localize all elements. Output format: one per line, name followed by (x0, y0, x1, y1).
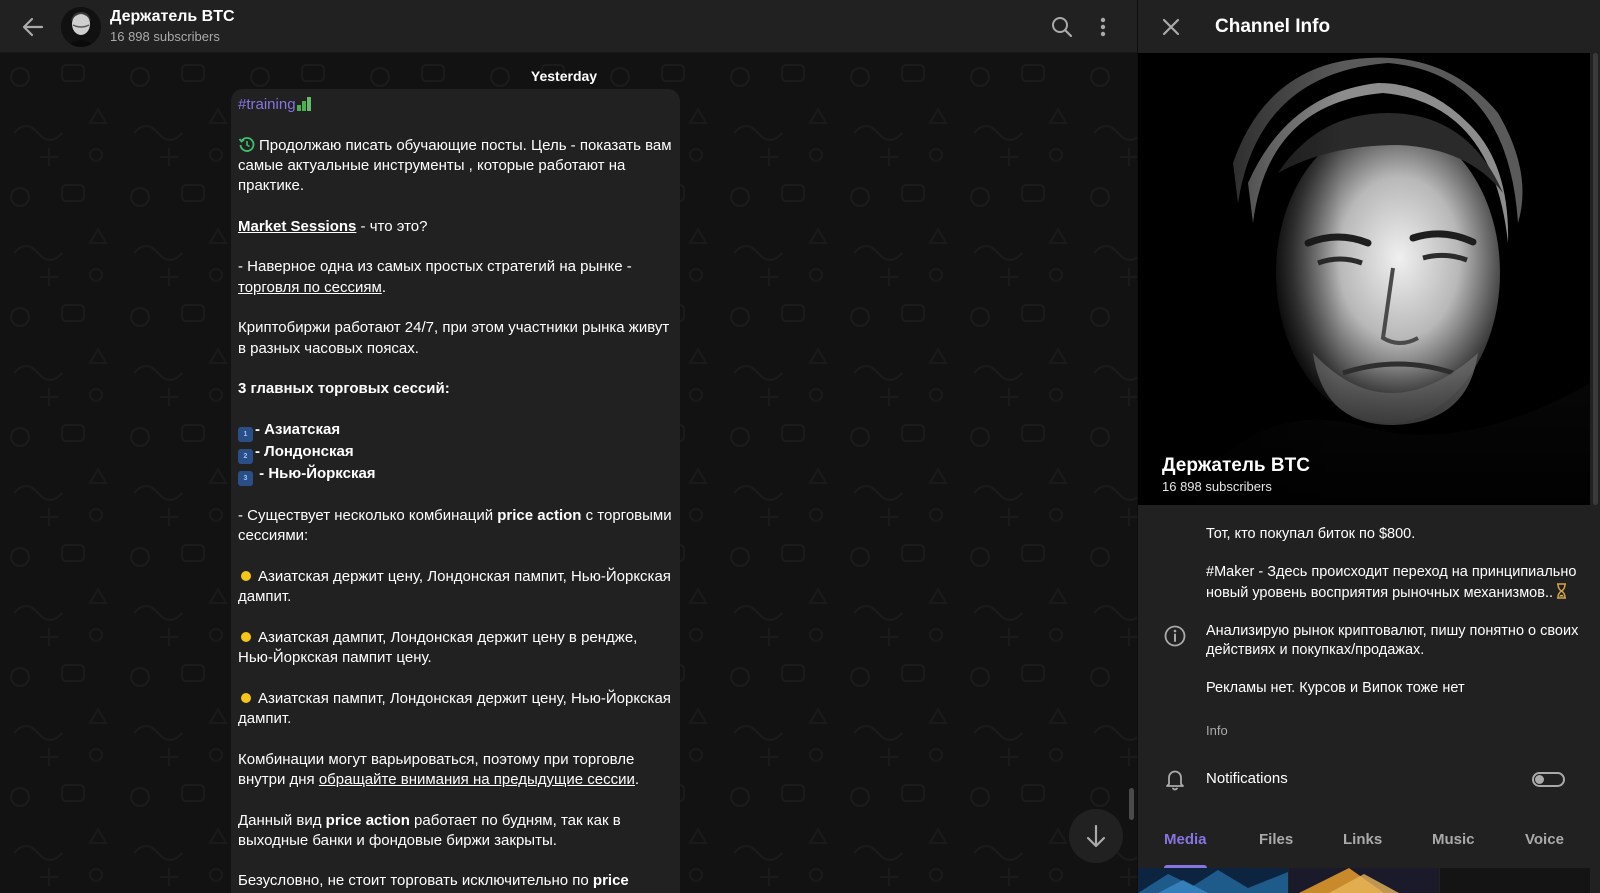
session-label: - Азиатская (255, 420, 341, 438)
chart-increasing-emoji-icon (296, 97, 311, 111)
session-label: - Нью-Йоркская (255, 464, 376, 482)
channel-name: Держатель BTC (1162, 455, 1310, 476)
more-menu-button[interactable] (1090, 14, 1116, 40)
market-sessions-link[interactable]: Market Sessions (238, 218, 356, 235)
tab-files[interactable]: Files (1259, 831, 1293, 848)
session-trading-link[interactable]: торговля по сессиям (238, 279, 382, 296)
chat-scrollbar[interactable] (1129, 788, 1134, 820)
p6-end: . (634, 770, 640, 788)
p2-text: - Наверное одна из самых простых стратег… (238, 258, 632, 276)
arrow-down-icon (1086, 824, 1106, 848)
combo-text: Азиатская пампит, Лондонская держит цену… (238, 689, 671, 728)
portrait-photo-image (1138, 53, 1590, 505)
yellow-circle-emoji-icon (241, 693, 251, 704)
p8-text: Безусловно, не стоит торговать исключите… (238, 872, 593, 890)
combo-item: Азиатская дампит, Лондонская держит цену… (238, 628, 672, 669)
p3-text: Криптобиржи работают 24/7, при этом учас… (238, 319, 670, 357)
bell-icon (1166, 770, 1184, 791)
about-caption: Info (1206, 723, 1228, 738)
about-line: Рекламы нет. Курсов и Випок тоже нет (1206, 680, 1465, 697)
message-bubble[interactable]: #training Продолжаю писать обучающие пос… (231, 89, 680, 893)
combo-item: Азиатская пампит, Лондонская держит цену… (238, 689, 672, 730)
yellow-circle-emoji-icon (241, 571, 251, 582)
about-line: Тот, кто покупал биток по $800. (1206, 526, 1416, 542)
close-button[interactable] (1158, 14, 1184, 40)
channel-info-panel: Channel Info Держатель BTC 16 898 subscr… (1137, 0, 1600, 893)
combo-item: Азиатская держит цену, Лондонская пампит… (238, 567, 672, 608)
keycap-1-icon: 1 (238, 426, 253, 442)
session-label: - Лондонская (255, 442, 354, 460)
media-tabs: Media Files Links Music Voice (1138, 822, 1600, 868)
about-line: Анализирую рынок криптовалют, пишу понят… (1206, 622, 1579, 659)
info-header: Channel Info (1138, 0, 1600, 53)
yellow-circle-emoji-icon (241, 632, 251, 643)
search-button[interactable] (1049, 14, 1075, 40)
scroll-to-bottom-button[interactable] (1069, 809, 1123, 863)
combo-text: Азиатская дампит, Лондонская держит цену… (238, 628, 638, 667)
previous-sessions-link[interactable]: обращайте внимания на предыдущие сессии (319, 771, 635, 788)
media-thumbnail[interactable] (1138, 868, 1288, 893)
about-line: #Maker - Здесь происходит переход на при… (1206, 564, 1577, 601)
sessions-heading: 3 главных торговых сессий: (238, 380, 450, 398)
history-clock-emoji-icon (238, 136, 255, 152)
p7-bold: price action (325, 811, 410, 829)
tab-voice[interactable]: Voice (1525, 831, 1564, 848)
date-separator: Yesterday (530, 68, 598, 84)
channel-avatar[interactable] (61, 7, 101, 47)
intro-text: Продолжаю писать обучающие посты. Цель -… (238, 136, 672, 195)
notifications-toggle[interactable] (1532, 772, 1565, 787)
info-scrollbar[interactable] (1593, 53, 1598, 505)
p2-end: . (381, 278, 386, 296)
ms-rest-text: - что это? (356, 217, 428, 235)
tab-links[interactable]: Links (1343, 831, 1382, 848)
chat-area: Держатель BTC 16 898 subscribers Yesterd… (0, 0, 1137, 893)
subscriber-count: 16 898 subscribers (110, 29, 220, 44)
media-grid (1138, 868, 1600, 893)
channel-subscribers: 16 898 subscribers (1162, 479, 1272, 494)
more-vertical-icon (1100, 17, 1106, 37)
notifications-label: Notifications (1206, 770, 1288, 787)
chat-header: Держатель BTC 16 898 subscribers (0, 0, 1137, 53)
p5-text: - Существует несколько комбинаций (238, 507, 498, 525)
arrow-left-icon (22, 17, 44, 37)
message-text: #training Продолжаю писать обучающие пос… (238, 95, 672, 893)
hashtag-link[interactable]: #training (238, 96, 296, 113)
tab-media[interactable]: Media (1164, 831, 1207, 848)
keycap-2-icon: 2 (238, 448, 253, 464)
close-icon (1162, 18, 1180, 36)
session-item: 2- Лондонская (238, 442, 672, 464)
keycap-3-icon: 3 (238, 470, 253, 486)
notifications-row[interactable]: Notifications (1138, 757, 1600, 801)
channel-description[interactable]: Тот, кто покупал биток по $800. #Maker -… (1206, 525, 1586, 699)
session-item: 3 - Нью-Йоркская (238, 464, 672, 486)
back-button[interactable] (18, 12, 48, 42)
media-thumbnail[interactable] (1289, 868, 1439, 893)
session-item: 1- Азиатская (238, 420, 672, 442)
combo-text: Азиатская держит цену, Лондонская пампит… (238, 567, 671, 606)
toggle-knob (1535, 775, 1544, 784)
media-thumbnail[interactable] (1440, 868, 1590, 893)
tab-music[interactable]: Music (1432, 831, 1475, 848)
avatar-portrait-image (61, 7, 101, 47)
p7-text: Данный вид (238, 811, 326, 829)
channel-photo[interactable] (1138, 53, 1590, 505)
chat-title[interactable]: Держатель BTC (110, 8, 235, 26)
p5-bold: price action (497, 507, 582, 525)
hourglass-emoji-icon (1557, 582, 1566, 599)
info-title: Channel Info (1215, 16, 1331, 37)
search-icon (1052, 17, 1073, 38)
info-icon (1162, 623, 1188, 649)
